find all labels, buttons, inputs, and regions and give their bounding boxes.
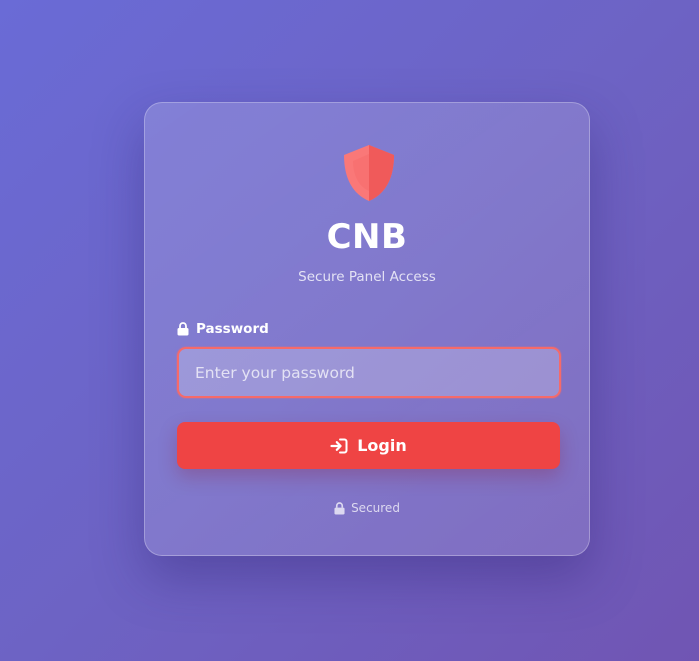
login-button[interactable]: Login <box>177 422 560 469</box>
security-status: Secured <box>145 501 589 515</box>
app-title: CNB <box>326 217 408 257</box>
password-label-text: Password <box>196 321 269 337</box>
shield-icon <box>339 143 399 203</box>
password-input[interactable] <box>177 347 561 398</box>
lock-icon <box>334 501 345 515</box>
login-card: CNB Secure Panel Access Password Login S… <box>144 102 590 556</box>
app-subtitle: Secure Panel Access <box>298 269 436 285</box>
lock-icon <box>177 322 189 336</box>
login-button-label: Login <box>357 436 407 455</box>
password-label: Password <box>177 321 269 337</box>
sign-in-icon <box>330 438 348 454</box>
security-status-text: Secured <box>351 501 400 515</box>
